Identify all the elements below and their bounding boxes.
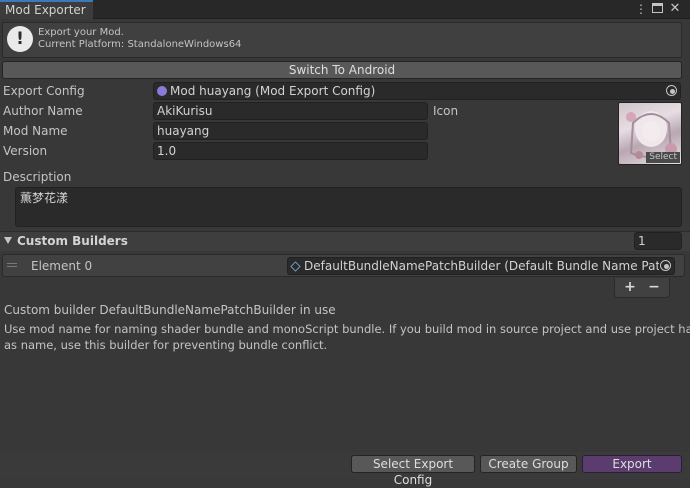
object-picker-icon[interactable] <box>660 260 671 271</box>
close-icon[interactable]: ✕ <box>668 1 682 17</box>
mod-name-field[interactable]: huayang <box>153 122 428 140</box>
custom-builders-title: Custom Builders <box>17 234 128 248</box>
description-textarea[interactable]: 薫梦花漾 <box>15 187 682 227</box>
version-field[interactable]: 1.0 <box>153 142 428 160</box>
builder-info-title: Custom builder DefaultBundleNamePatchBui… <box>4 303 336 317</box>
author-name-field[interactable]: AkiKurisu <box>153 102 428 120</box>
help-line-2: Current Platform: StandaloneWindows64 <box>38 39 242 50</box>
mod-name-label: Mod Name <box>3 124 68 138</box>
kebab-menu-icon[interactable]: ⋮ <box>634 1 648 17</box>
add-element-button[interactable]: + <box>622 279 638 295</box>
export-button[interactable]: Export <box>582 455 682 473</box>
export-config-value: Mod huayang (Mod Export Config) <box>170 84 376 98</box>
author-name-label: Author Name <box>3 104 83 118</box>
tab-bar <box>0 0 690 19</box>
icon-preview[interactable]: Select <box>618 102 682 165</box>
icon-label: Icon <box>433 104 459 118</box>
create-group-button[interactable]: Create Group <box>480 455 577 473</box>
select-export-config-button[interactable]: Select Export Config <box>351 455 475 487</box>
element-label: Element 0 <box>31 259 93 273</box>
object-picker-icon[interactable] <box>666 85 677 96</box>
export-config-label: Export Config <box>3 84 85 98</box>
remove-element-button[interactable]: − <box>646 279 662 295</box>
builder-object-value: DefaultBundleNamePatchBuilder (Default B… <box>304 259 660 273</box>
maximize-icon[interactable] <box>652 3 663 13</box>
scriptable-object-icon <box>157 86 167 96</box>
export-config-field[interactable]: Mod huayang (Mod Export Config) <box>153 82 681 100</box>
version-label: Version <box>3 144 48 158</box>
switch-platform-button[interactable]: Switch To Android <box>2 61 682 79</box>
help-line-1: Export your Mod. <box>38 27 124 38</box>
script-icon <box>290 261 301 272</box>
help-text: Export your Mod. Current Platform: Stand… <box>38 27 241 51</box>
array-size-field[interactable]: 1 <box>634 232 682 250</box>
description-label: Description <box>3 170 72 184</box>
exclamation-icon: ! <box>7 26 33 52</box>
builder-info-line-1: Use mod name for naming shader bundle an… <box>4 322 690 336</box>
select-icon-button[interactable]: Select <box>646 152 680 163</box>
foldout-arrow-icon[interactable] <box>4 237 12 244</box>
tab-mod-exporter[interactable]: Mod Exporter <box>0 0 93 19</box>
builder-info-body: Use mod name for naming shader bundle an… <box>4 321 690 353</box>
builder-info-line-2: as name, use this builder for preventing… <box>4 338 328 352</box>
drag-handle-icon[interactable] <box>7 263 17 264</box>
builder-object-field[interactable]: DefaultBundleNamePatchBuilder (Default B… <box>287 257 660 275</box>
